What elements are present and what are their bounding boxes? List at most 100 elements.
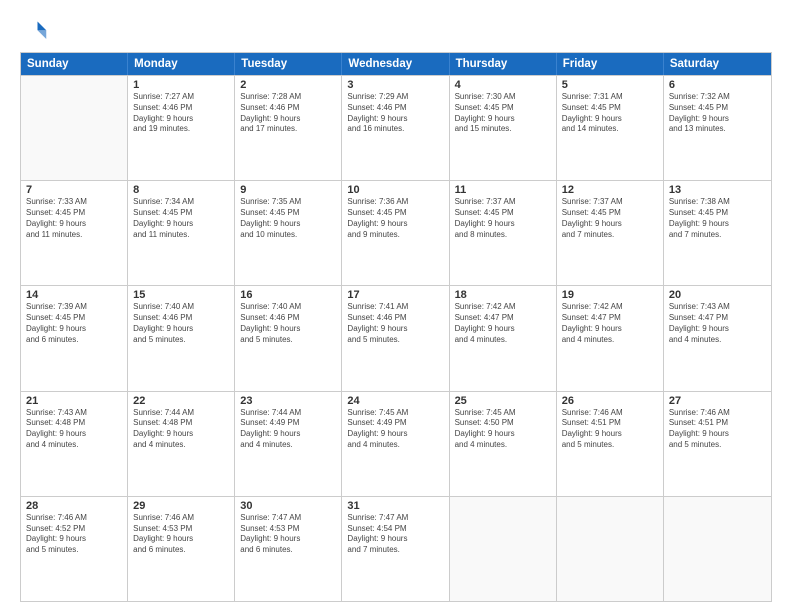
cell-info-line: Sunrise: 7:35 AM xyxy=(240,197,336,208)
calendar-cell: 23Sunrise: 7:44 AMSunset: 4:49 PMDayligh… xyxy=(235,392,342,496)
cell-info-line: and 11 minutes. xyxy=(26,230,122,241)
cell-info-line: Sunrise: 7:47 AM xyxy=(347,513,443,524)
calendar-cell: 3Sunrise: 7:29 AMSunset: 4:46 PMDaylight… xyxy=(342,76,449,180)
cell-info-line: Daylight: 9 hours xyxy=(26,429,122,440)
calendar-row: 28Sunrise: 7:46 AMSunset: 4:52 PMDayligh… xyxy=(21,496,771,601)
cell-info-line: Daylight: 9 hours xyxy=(455,429,551,440)
calendar-cell: 1Sunrise: 7:27 AMSunset: 4:46 PMDaylight… xyxy=(128,76,235,180)
cell-info-line: and 6 minutes. xyxy=(240,545,336,556)
cell-info-line: and 7 minutes. xyxy=(347,545,443,556)
day-number: 28 xyxy=(26,500,122,512)
day-number: 5 xyxy=(562,79,658,91)
cell-info-line: and 14 minutes. xyxy=(562,124,658,135)
cell-info-line: Sunset: 4:47 PM xyxy=(562,313,658,324)
cell-info-line: Daylight: 9 hours xyxy=(347,114,443,125)
day-number: 9 xyxy=(240,184,336,196)
cell-info-line: Daylight: 9 hours xyxy=(347,429,443,440)
cell-info-line: and 5 minutes. xyxy=(240,335,336,346)
day-number: 3 xyxy=(347,79,443,91)
cell-info-line: Sunrise: 7:28 AM xyxy=(240,92,336,103)
cell-info-line: Sunset: 4:52 PM xyxy=(26,524,122,535)
cell-info-line: Daylight: 9 hours xyxy=(562,219,658,230)
day-number: 11 xyxy=(455,184,551,196)
day-number: 27 xyxy=(669,395,766,407)
calendar-cell: 19Sunrise: 7:42 AMSunset: 4:47 PMDayligh… xyxy=(557,286,664,390)
calendar-cell: 24Sunrise: 7:45 AMSunset: 4:49 PMDayligh… xyxy=(342,392,449,496)
cell-info-line: and 4 minutes. xyxy=(347,440,443,451)
cell-info-line: Sunrise: 7:32 AM xyxy=(669,92,766,103)
day-number: 13 xyxy=(669,184,766,196)
cell-info-line: Daylight: 9 hours xyxy=(240,324,336,335)
weekday-header: Friday xyxy=(557,53,664,75)
cell-info-line: Sunset: 4:47 PM xyxy=(455,313,551,324)
cell-info-line: Sunset: 4:45 PM xyxy=(455,103,551,114)
day-number: 10 xyxy=(347,184,443,196)
cell-info-line: Sunrise: 7:47 AM xyxy=(240,513,336,524)
cell-info-line: Sunrise: 7:46 AM xyxy=(26,513,122,524)
cell-info-line: Sunset: 4:45 PM xyxy=(669,208,766,219)
day-number: 17 xyxy=(347,289,443,301)
calendar-cell: 15Sunrise: 7:40 AMSunset: 4:46 PMDayligh… xyxy=(128,286,235,390)
calendar-header: SundayMondayTuesdayWednesdayThursdayFrid… xyxy=(21,53,771,75)
weekday-header: Wednesday xyxy=(342,53,449,75)
cell-info-line: Sunrise: 7:27 AM xyxy=(133,92,229,103)
calendar-cell: 31Sunrise: 7:47 AMSunset: 4:54 PMDayligh… xyxy=(342,497,449,601)
calendar-cell: 29Sunrise: 7:46 AMSunset: 4:53 PMDayligh… xyxy=(128,497,235,601)
cell-info-line: Sunrise: 7:43 AM xyxy=(26,408,122,419)
calendar-cell: 4Sunrise: 7:30 AMSunset: 4:45 PMDaylight… xyxy=(450,76,557,180)
cell-info-line: Sunrise: 7:45 AM xyxy=(455,408,551,419)
cell-info-line: Sunrise: 7:38 AM xyxy=(669,197,766,208)
cell-info-line: and 19 minutes. xyxy=(133,124,229,135)
day-number: 2 xyxy=(240,79,336,91)
cell-info-line: Daylight: 9 hours xyxy=(455,324,551,335)
cell-info-line: Sunrise: 7:41 AM xyxy=(347,302,443,313)
calendar-cell xyxy=(557,497,664,601)
calendar-cell xyxy=(450,497,557,601)
cell-info-line: Sunrise: 7:44 AM xyxy=(240,408,336,419)
cell-info-line: Sunset: 4:46 PM xyxy=(240,103,336,114)
day-number: 23 xyxy=(240,395,336,407)
calendar-cell: 10Sunrise: 7:36 AMSunset: 4:45 PMDayligh… xyxy=(342,181,449,285)
cell-info-line: Sunset: 4:46 PM xyxy=(347,103,443,114)
cell-info-line: Sunset: 4:45 PM xyxy=(562,208,658,219)
cell-info-line: Sunrise: 7:42 AM xyxy=(562,302,658,313)
calendar-row: 1Sunrise: 7:27 AMSunset: 4:46 PMDaylight… xyxy=(21,75,771,180)
cell-info-line: and 5 minutes. xyxy=(669,440,766,451)
cell-info-line: and 6 minutes. xyxy=(133,545,229,556)
cell-info-line: Sunset: 4:46 PM xyxy=(133,103,229,114)
weekday-header: Tuesday xyxy=(235,53,342,75)
cell-info-line: Sunset: 4:51 PM xyxy=(562,418,658,429)
calendar-cell: 5Sunrise: 7:31 AMSunset: 4:45 PMDaylight… xyxy=(557,76,664,180)
header xyxy=(20,18,772,46)
calendar-cell: 8Sunrise: 7:34 AMSunset: 4:45 PMDaylight… xyxy=(128,181,235,285)
cell-info-line: Daylight: 9 hours xyxy=(240,534,336,545)
day-number: 1 xyxy=(133,79,229,91)
calendar-cell: 7Sunrise: 7:33 AMSunset: 4:45 PMDaylight… xyxy=(21,181,128,285)
cell-info-line: Daylight: 9 hours xyxy=(133,219,229,230)
cell-info-line: and 4 minutes. xyxy=(455,440,551,451)
cell-info-line: and 5 minutes. xyxy=(26,545,122,556)
cell-info-line: and 4 minutes. xyxy=(26,440,122,451)
calendar-cell: 30Sunrise: 7:47 AMSunset: 4:53 PMDayligh… xyxy=(235,497,342,601)
cell-info-line: Sunrise: 7:36 AM xyxy=(347,197,443,208)
cell-info-line: Sunset: 4:45 PM xyxy=(347,208,443,219)
calendar-cell: 20Sunrise: 7:43 AMSunset: 4:47 PMDayligh… xyxy=(664,286,771,390)
day-number: 30 xyxy=(240,500,336,512)
cell-info-line: Sunset: 4:48 PM xyxy=(133,418,229,429)
cell-info-line: Sunrise: 7:46 AM xyxy=(669,408,766,419)
day-number: 19 xyxy=(562,289,658,301)
cell-info-line: Daylight: 9 hours xyxy=(562,114,658,125)
cell-info-line: Daylight: 9 hours xyxy=(240,219,336,230)
day-number: 31 xyxy=(347,500,443,512)
cell-info-line: Daylight: 9 hours xyxy=(562,324,658,335)
calendar-cell: 14Sunrise: 7:39 AMSunset: 4:45 PMDayligh… xyxy=(21,286,128,390)
weekday-header: Sunday xyxy=(21,53,128,75)
cell-info-line: Daylight: 9 hours xyxy=(133,429,229,440)
cell-info-line: Daylight: 9 hours xyxy=(26,534,122,545)
weekday-header: Thursday xyxy=(450,53,557,75)
cell-info-line: Sunrise: 7:40 AM xyxy=(133,302,229,313)
cell-info-line: and 4 minutes. xyxy=(562,335,658,346)
cell-info-line: and 10 minutes. xyxy=(240,230,336,241)
day-number: 8 xyxy=(133,184,229,196)
calendar-cell: 16Sunrise: 7:40 AMSunset: 4:46 PMDayligh… xyxy=(235,286,342,390)
